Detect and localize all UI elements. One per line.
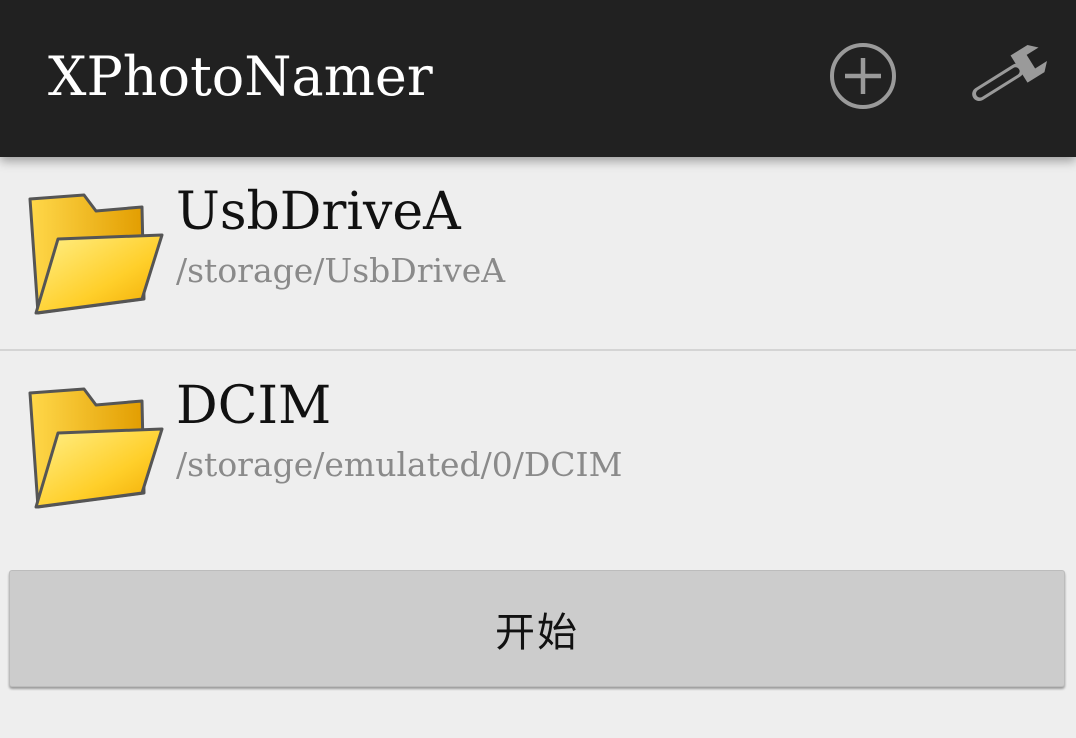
folder-list-item[interactable]: UsbDriveA /storage/UsbDriveA (0, 157, 1076, 351)
add-folder-button[interactable] (825, 38, 901, 114)
wrench-icon (972, 44, 1048, 102)
folder-name: DCIM (176, 376, 332, 436)
settings-button[interactable] (962, 36, 1054, 116)
start-button[interactable]: 开始 (9, 570, 1065, 687)
folder-icon (28, 387, 164, 509)
action-bar: XPhotoNamer (0, 0, 1076, 157)
folder-path: /storage/emulated/0/DCIM (176, 445, 623, 484)
app-title: XPhotoNamer (48, 45, 433, 108)
folder-name: UsbDriveA (176, 182, 461, 242)
folder-path: /storage/UsbDriveA (176, 251, 506, 290)
folder-list-item[interactable]: DCIM /storage/emulated/0/DCIM (0, 351, 1076, 545)
add-circle-icon (830, 43, 896, 109)
folder-list: UsbDriveA /storage/UsbDriveA DCIM /stora… (0, 157, 1076, 545)
start-button-label: 开始 (495, 609, 579, 656)
app-screen: XPhotoNamer UsbDriveA /storage/UsbDriveA… (0, 0, 1076, 738)
folder-icon (28, 193, 164, 315)
